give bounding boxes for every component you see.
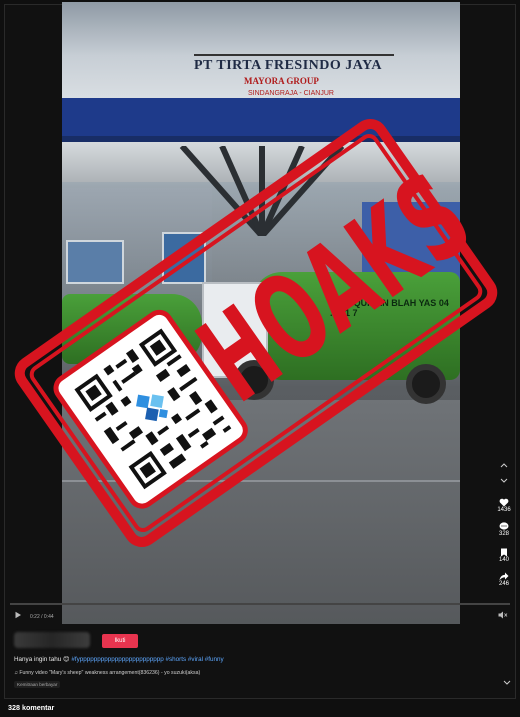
caption-hashtags[interactable]: #fypppppppppppppppppppppppp #shorts #vir… — [71, 656, 223, 663]
comment-button[interactable]: 328 — [490, 522, 518, 537]
music-info[interactable]: ♫ Funny video "Mary's sheep" weakness ar… — [14, 670, 200, 676]
save-count: 140 — [498, 557, 509, 563]
share-count: 246 — [498, 581, 509, 587]
paid-partnership-label: Kemitraan berbayar — [14, 681, 61, 688]
save-button[interactable]: 140 — [490, 548, 518, 563]
comment-icon — [499, 522, 509, 530]
caption: Hanya ingin tahu 😊 #fypppppppppppppppppp… — [14, 656, 224, 663]
like-count: 1436 — [497, 507, 511, 513]
like-button[interactable]: 1436 — [490, 498, 518, 513]
chevron-down-icon[interactable] — [500, 478, 508, 484]
playback-time: 0:22 / 0:44 — [30, 614, 54, 620]
sign-location: SINDANGRAJA - CIANJUR — [248, 90, 334, 97]
comment-count-header[interactable]: 328 komentar — [8, 703, 54, 712]
progress-bar[interactable] — [10, 603, 510, 605]
comment-count: 328 — [498, 531, 509, 537]
follow-button[interactable]: Ikuti — [102, 634, 138, 648]
truck-wheel — [406, 364, 446, 404]
channel-name-blurred[interactable] — [14, 632, 90, 648]
mute-icon[interactable] — [498, 611, 508, 619]
share-icon — [499, 572, 509, 581]
sign-subtitle: MAYORA GROUP — [244, 76, 319, 86]
sign-title: PT TIRTA FRESINDO JAYA — [194, 58, 383, 73]
chevron-up-icon[interactable] — [500, 462, 508, 468]
heart-icon — [499, 498, 509, 507]
share-button[interactable]: 246 — [490, 572, 518, 587]
expand-icon[interactable] — [503, 680, 511, 686]
building-window — [66, 240, 124, 284]
bookmark-icon — [501, 548, 507, 557]
canopy — [62, 98, 460, 142]
play-icon[interactable] — [14, 611, 22, 619]
caption-text: Hanya ingin tahu 😊 — [14, 656, 72, 663]
